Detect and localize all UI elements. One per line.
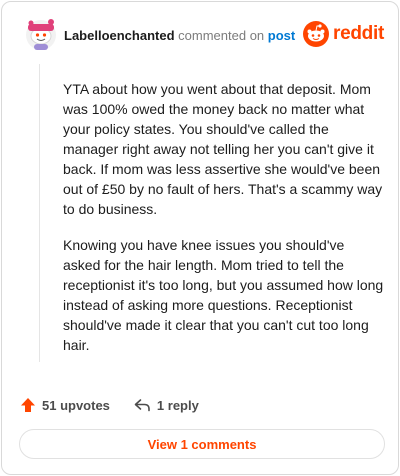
comment-paragraph: Knowing you have knee issues you should'…: [63, 237, 384, 353]
upvote-arrow-icon: [21, 398, 35, 412]
reply-count: 1 reply: [156, 397, 199, 413]
reddit-wordmark: reddit: [333, 23, 384, 44]
comment-actions: 51 upvotes 1 reply: [20, 395, 199, 415]
snoo-avatar-icon[interactable]: [24, 16, 58, 52]
comment-byline: Labelloenchanted commented on post: [64, 28, 295, 43]
view-comments-button[interactable]: View 1 comments: [19, 429, 385, 459]
reply-button[interactable]: 1 reply: [134, 397, 199, 413]
reddit-snoo-icon: [303, 21, 330, 47]
upvote-button[interactable]: 51 upvotes: [20, 397, 110, 413]
username-link[interactable]: Labelloenchanted: [64, 28, 175, 43]
comment-body: YTA about how you went about that deposi…: [63, 79, 385, 371]
comment-card: Labelloenchanted commented on post reddi…: [1, 1, 399, 475]
comment-header: Labelloenchanted commented on post reddi…: [20, 16, 386, 56]
byline-verb: commented on: [178, 28, 265, 43]
reply-arrow-icon: [134, 399, 150, 412]
thread-line[interactable]: [39, 64, 40, 362]
upvote-count: 51 upvotes: [42, 397, 110, 413]
post-link[interactable]: post: [268, 28, 295, 43]
comment-paragraph: YTA about how you went about that deposi…: [63, 81, 383, 217]
reddit-logo[interactable]: reddit: [303, 20, 384, 48]
